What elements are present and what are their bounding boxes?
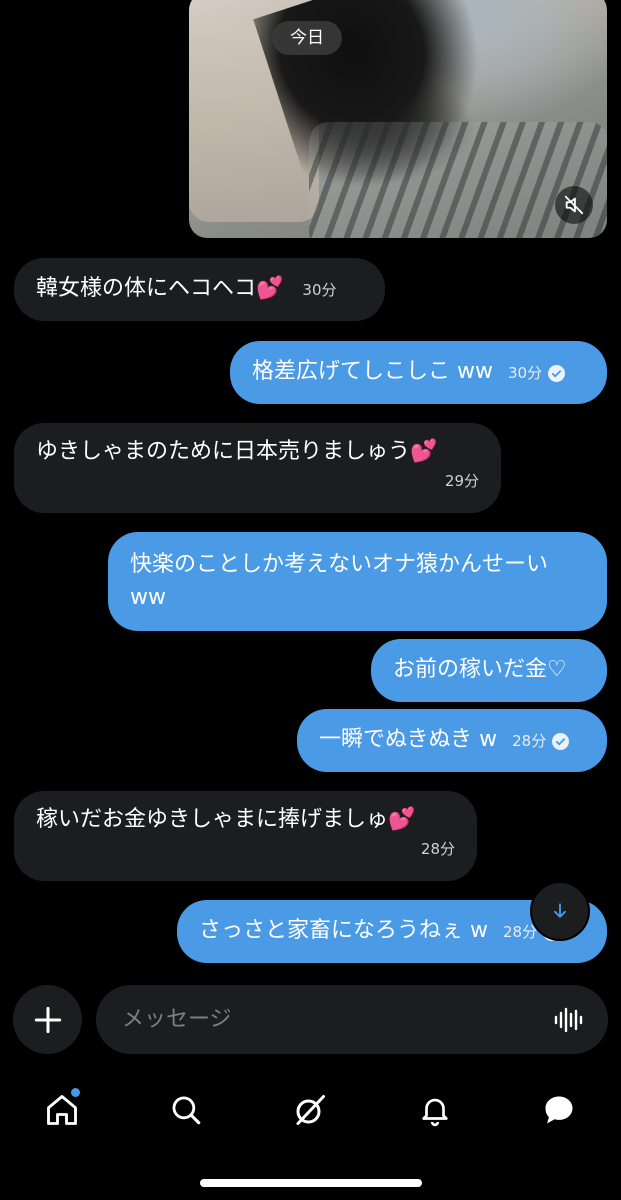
message-incoming[interactable]: 韓女様の体にヘコヘコ💕 30分 xyxy=(14,258,385,321)
arrow-down-icon xyxy=(554,903,566,918)
search-icon xyxy=(172,1096,201,1125)
bell-icon xyxy=(421,1098,448,1127)
voice-waveform-icon[interactable] xyxy=(552,1004,584,1036)
message-outgoing[interactable]: お前の稼いだ金♡ xyxy=(371,639,607,702)
tab-home[interactable] xyxy=(32,1080,92,1140)
scroll-to-bottom-button[interactable] xyxy=(532,883,588,939)
message-outgoing[interactable]: 一瞬でぬきぬき w 28分 xyxy=(297,709,607,772)
add-attachment-button[interactable] xyxy=(13,985,82,1054)
messages-icon xyxy=(545,1096,573,1124)
video-attachment[interactable] xyxy=(189,0,607,238)
date-divider: 今日 xyxy=(272,21,342,55)
message-outgoing[interactable]: 格差広げてしこしこ ww 30分 xyxy=(230,341,607,404)
message-outgoing[interactable]: 快楽のことしか考えないオナ猿かんせーい ww xyxy=(108,532,607,631)
read-check-icon xyxy=(548,364,566,382)
speaker-muted-icon xyxy=(564,195,584,215)
bottom-tab-bar xyxy=(0,1075,621,1145)
message-text: ゆきしゃまのために日本売りましゅう💕 xyxy=(36,439,438,464)
message-text: さっさと家畜になろうねぇ w xyxy=(199,918,488,943)
message-text-line2: ww xyxy=(130,585,166,610)
tab-notifications[interactable] xyxy=(405,1080,465,1140)
message-text: 韓女様の体にヘコヘコ💕 xyxy=(36,276,284,301)
message-time: 30分 xyxy=(302,281,337,299)
message-time: 28分 xyxy=(420,840,455,858)
message-text: 格差広げてしこしこ ww xyxy=(252,359,493,384)
message-time: 29分 xyxy=(444,472,479,490)
tab-messages[interactable] xyxy=(529,1080,589,1140)
tab-grok[interactable] xyxy=(280,1080,340,1140)
message-text-line1: 快楽のことしか考えないオナ猿かんせーい xyxy=(130,552,549,577)
read-check-icon xyxy=(552,732,570,750)
message-incoming[interactable]: 稼いだお金ゆきしゃまに捧げましゅ💕 28分 xyxy=(14,791,477,881)
message-text: 一瞬でぬきぬき w xyxy=(319,727,498,752)
mute-button[interactable] xyxy=(555,186,593,224)
message-text: お前の稼いだ金♡ xyxy=(393,657,567,682)
message-input[interactable] xyxy=(120,1006,524,1033)
grok-icon xyxy=(296,1095,326,1125)
plus-icon xyxy=(34,1006,61,1033)
message-composer[interactable] xyxy=(96,985,608,1054)
message-incoming[interactable]: ゆきしゃまのために日本売りましゅう💕 29分 xyxy=(14,423,501,513)
home-indicator[interactable] xyxy=(200,1179,422,1187)
message-time: 28分 xyxy=(503,923,538,941)
message-text: 稼いだお金ゆきしゃまに捧げましゅ💕 xyxy=(36,807,416,832)
message-time: 30分 xyxy=(507,364,543,382)
message-time: 28分 xyxy=(512,732,547,750)
home-icon xyxy=(47,1095,78,1125)
tab-search[interactable] xyxy=(156,1080,216,1140)
